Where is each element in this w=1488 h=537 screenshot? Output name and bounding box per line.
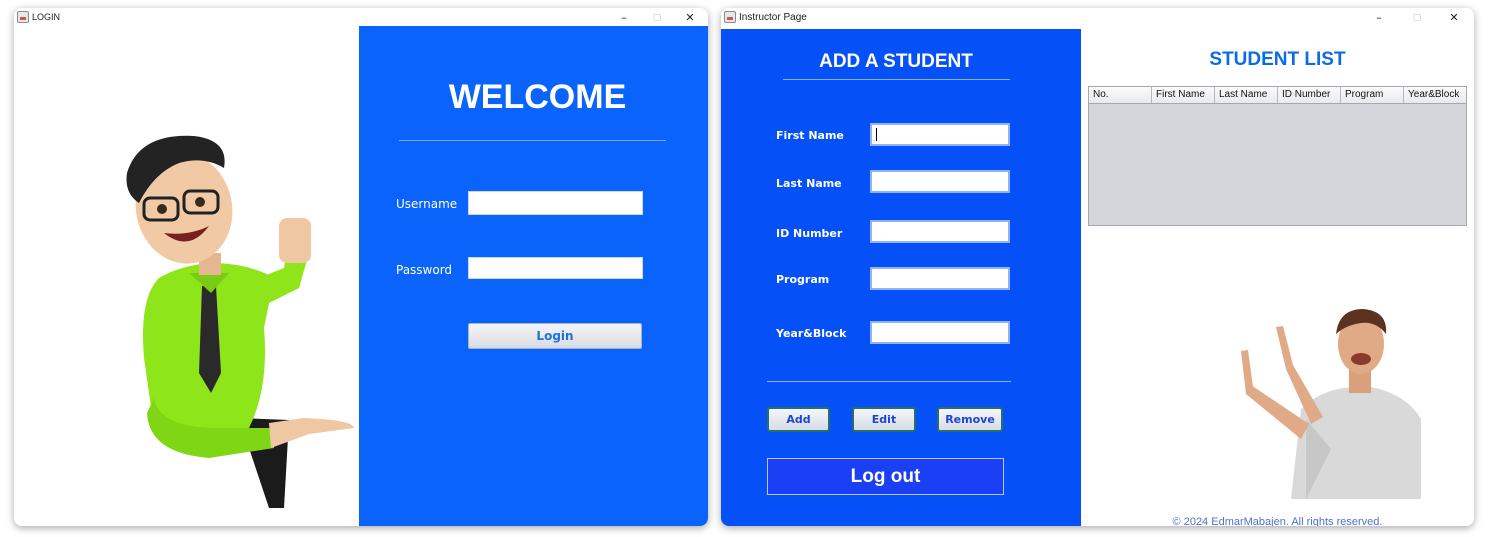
student-list-heading: STUDENT LIST — [1209, 49, 1346, 70]
java-app-icon — [17, 11, 29, 23]
id-number-label: ID Number — [776, 227, 843, 240]
password-input[interactable] — [468, 257, 643, 279]
login-window: LOGIN – □ ✕ WELCOME Username Password Lo… — [14, 8, 708, 526]
column-header-program[interactable]: Program — [1341, 87, 1404, 103]
divider — [399, 140, 666, 141]
pointing-man-photo — [1241, 309, 1421, 499]
add-student-panel: ADD A STUDENT First Name Last Name ID Nu… — [721, 29, 1081, 526]
login-titlebar: LOGIN – □ ✕ — [14, 8, 708, 28]
program-label: Program — [776, 273, 830, 286]
close-button[interactable]: ✕ — [675, 9, 705, 27]
password-label: Password — [396, 263, 453, 277]
id-number-input[interactable] — [870, 220, 1010, 243]
student-table[interactable]: No. First Name Last Name ID Number Progr… — [1088, 86, 1467, 226]
maximize-button[interactable]: □ — [642, 9, 672, 27]
first-name-label: First Name — [776, 129, 844, 142]
divider — [783, 79, 1010, 80]
close-button[interactable]: ✕ — [1439, 9, 1469, 27]
last-name-label: Last Name — [776, 177, 842, 190]
copyright-footer: © 2024 EdmarMabajen. All rights reserved… — [1172, 516, 1383, 526]
username-input[interactable] — [468, 191, 643, 215]
logout-button[interactable]: Log out — [767, 458, 1004, 495]
username-label: Username — [396, 197, 458, 211]
login-button[interactable]: Login — [468, 323, 642, 349]
add-button[interactable]: Add — [767, 407, 830, 432]
column-header-first-name[interactable]: First Name — [1152, 87, 1215, 103]
java-app-icon — [724, 11, 736, 23]
last-name-input[interactable] — [870, 170, 1010, 193]
add-student-heading: ADD A STUDENT — [819, 51, 973, 72]
remove-button[interactable]: Remove — [937, 407, 1003, 432]
first-name-input[interactable] — [870, 123, 1010, 146]
window-title: LOGIN — [32, 12, 61, 22]
welcome-heading: WELCOME — [448, 78, 627, 116]
instructor-titlebar: Instructor Page – □ ✕ — [721, 8, 1474, 28]
window-title: Instructor Page — [739, 12, 807, 23]
edit-button[interactable]: Edit — [852, 407, 916, 432]
year-block-label: Year&Block — [776, 327, 847, 340]
column-header-no[interactable]: No. — [1089, 87, 1152, 103]
login-form-panel: WELCOME Username Password Login — [359, 26, 708, 526]
minimize-button[interactable]: – — [1364, 9, 1394, 27]
text-caret — [876, 128, 877, 141]
column-header-year-block[interactable]: Year&Block — [1404, 87, 1466, 103]
maximize-button[interactable]: □ — [1402, 9, 1432, 27]
minimize-button[interactable]: – — [609, 9, 639, 27]
cartoon-man-illustration — [126, 135, 354, 508]
divider — [767, 381, 1011, 382]
year-block-input[interactable] — [870, 321, 1010, 344]
table-header: No. First Name Last Name ID Number Progr… — [1089, 87, 1466, 104]
column-header-last-name[interactable]: Last Name — [1215, 87, 1278, 103]
instructor-window: Instructor Page – □ ✕ ADD A STUDENT Firs… — [721, 8, 1474, 526]
column-header-id-number[interactable]: ID Number — [1278, 87, 1341, 103]
student-list-panel: STUDENT LIST No. First Name Last Name ID… — [1081, 29, 1474, 526]
login-illustration-panel — [14, 28, 359, 526]
program-input[interactable] — [870, 267, 1010, 290]
